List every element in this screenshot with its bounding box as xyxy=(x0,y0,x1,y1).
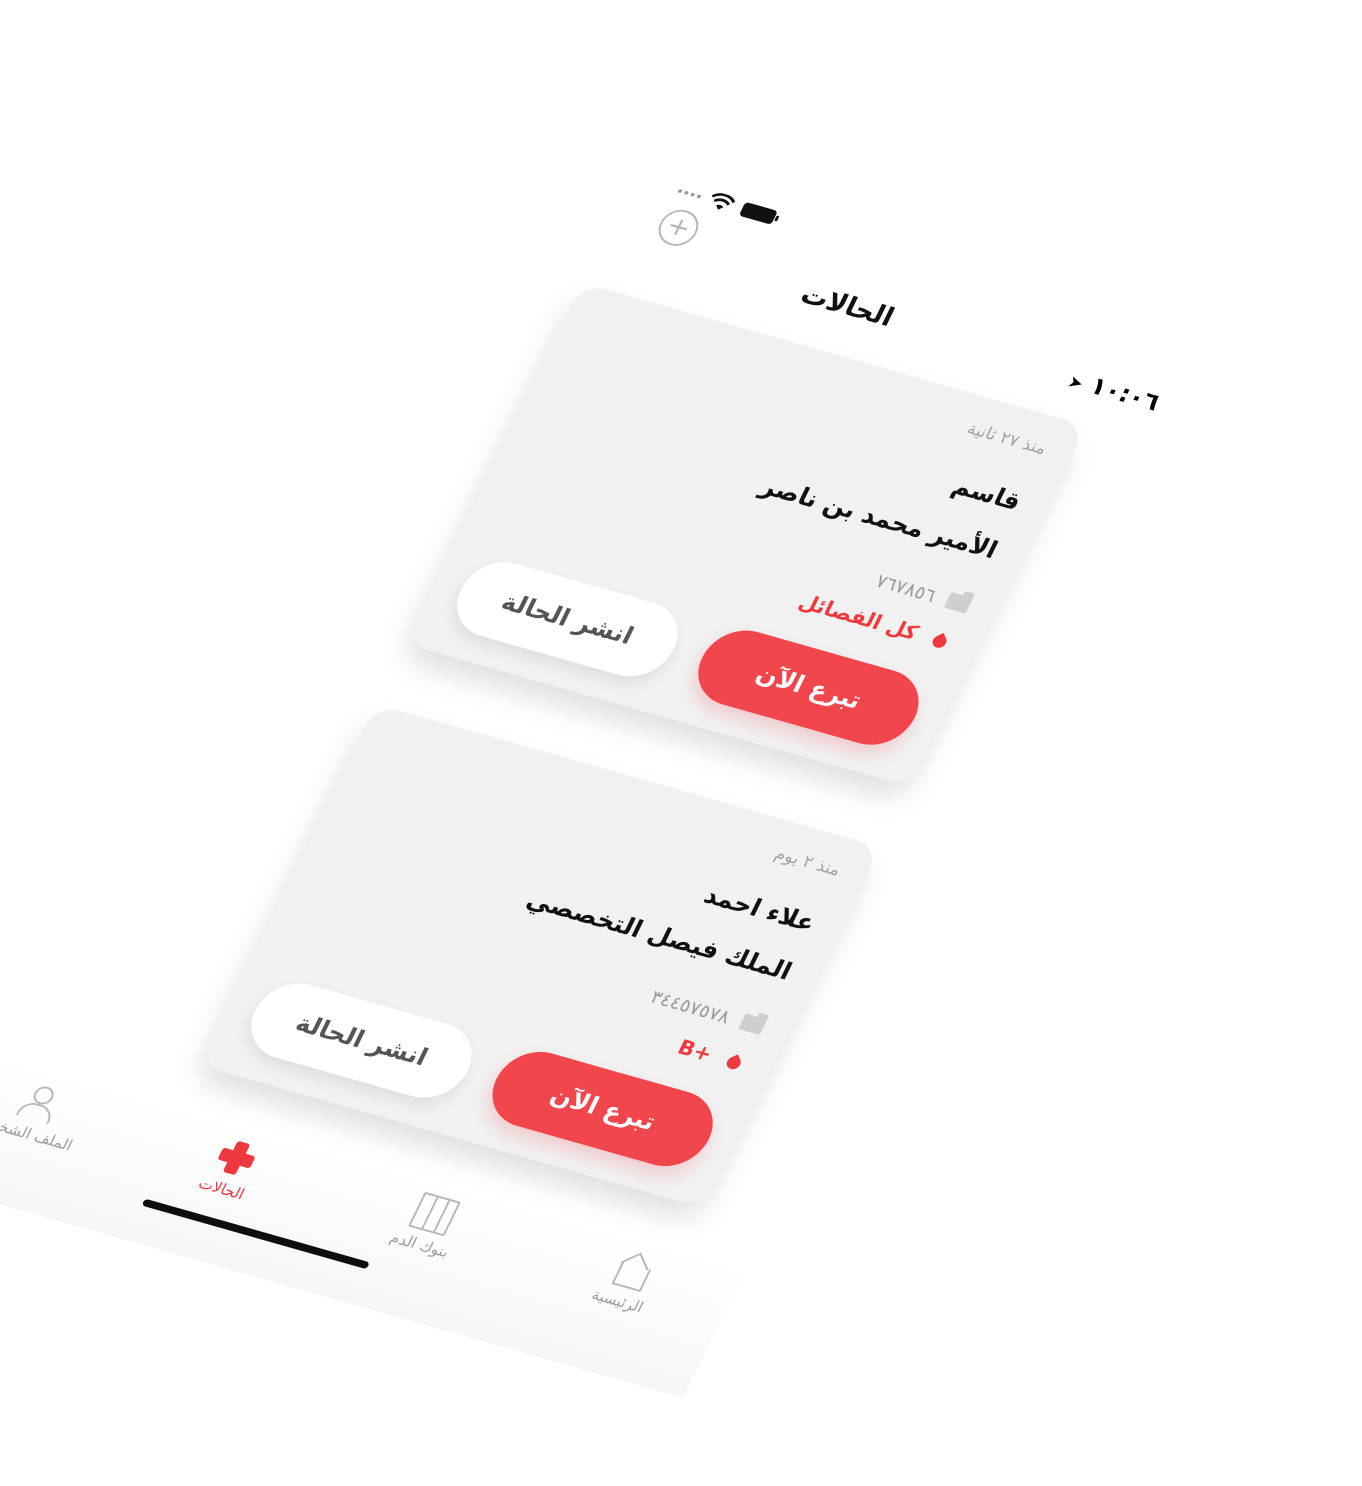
file-number-row: ٧٦٧٨٥٦ xyxy=(872,569,974,616)
home-icon xyxy=(606,1248,659,1293)
blood-type: B+ xyxy=(673,1036,716,1067)
folder-icon xyxy=(738,1013,768,1036)
patient-name: علاء احمد xyxy=(699,881,820,938)
donate-now-button[interactable]: تبرع الآن xyxy=(478,1042,727,1176)
phone-screen: + الحالات ➤ ١٠:٠٦ منذ ٢٧ ثانية قاسم الأم… xyxy=(0,90,1212,1398)
wifi-icon xyxy=(711,193,736,210)
folder-icon xyxy=(943,592,974,614)
status-bar xyxy=(391,90,1212,375)
status-time: ➤ ١٠:٠٦ xyxy=(1058,364,1165,417)
file-number-row: ٣٤٤٥٧٥٧٨ xyxy=(647,985,769,1037)
mockup-stage: + الحالات ➤ ١٠:٠٦ منذ ٢٧ ثانية قاسم الأم… xyxy=(0,0,1362,1486)
signal-icon xyxy=(677,188,702,199)
case-time-ago: منذ ٢ يوم xyxy=(771,844,845,881)
tab-profile[interactable]: الملف الشخصي xyxy=(0,1067,110,1159)
blood-drop-icon xyxy=(725,1053,743,1072)
blood-drop-icon xyxy=(930,632,949,650)
case-card[interactable]: منذ ٢ يوم علاء احمد الملك فيصل التخصصي ٣… xyxy=(199,704,881,1209)
file-number: ٧٦٧٨٥٦ xyxy=(871,569,941,607)
location-arrow-icon: ➤ xyxy=(1064,371,1087,394)
donate-now-button[interactable]: تبرع الآن xyxy=(684,621,933,754)
case-card[interactable]: منذ ٢٧ ثانية قاسم الأمير محمد بن ناصر ٧٦… xyxy=(405,282,1087,787)
patient-name: قاسم xyxy=(947,472,1026,517)
case-time-ago: منذ ٢٧ ثانية xyxy=(963,418,1050,459)
tab-cases[interactable]: الحالات xyxy=(155,1123,308,1215)
cross-icon xyxy=(210,1136,263,1181)
blood-type-row: B+ xyxy=(674,1036,750,1076)
profile-icon xyxy=(12,1080,65,1125)
tab-home[interactable]: الرئيسية xyxy=(551,1235,704,1327)
tab-blood-banks[interactable]: بنوك الدم xyxy=(353,1179,506,1271)
share-case-button[interactable]: انشر الحالة xyxy=(237,974,486,1107)
map-icon xyxy=(408,1191,461,1237)
share-case-button[interactable]: انشر الحالة xyxy=(443,553,692,686)
clock-text: ١٠:٠٦ xyxy=(1085,372,1165,417)
battery-icon xyxy=(738,201,778,225)
file-number: ٣٤٤٥٧٥٧٨ xyxy=(646,985,735,1028)
